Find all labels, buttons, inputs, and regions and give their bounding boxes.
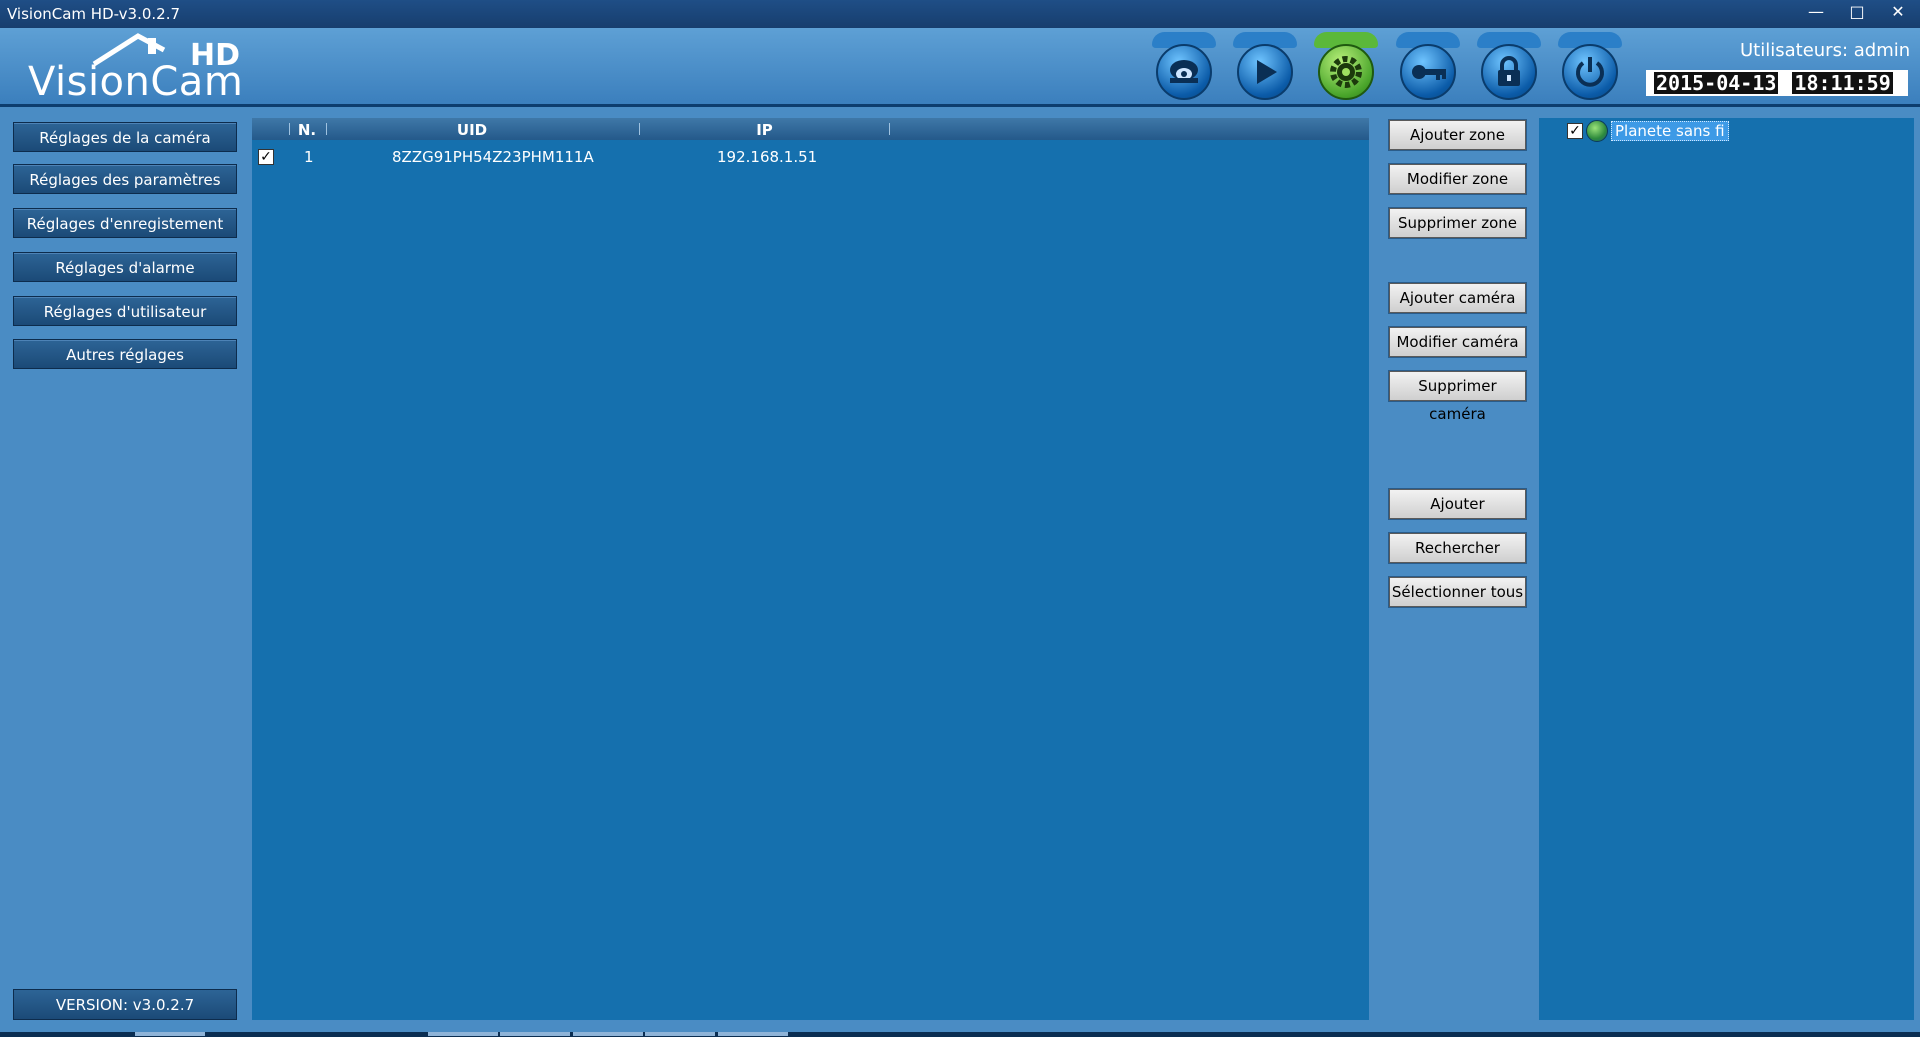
- playback-icon[interactable]: [1229, 32, 1301, 104]
- row-uid: 8ZZG91PH54Z23PHM111A: [392, 148, 594, 166]
- title-bar: VisionCam HD-v3.0.2.7 — □ ✕: [0, 0, 1920, 28]
- time-display: 18:11:59: [1792, 71, 1893, 95]
- camera-view-icon[interactable]: [1148, 32, 1220, 104]
- delete-zone-button[interactable]: Supprimer zone: [1389, 208, 1526, 238]
- delete-camera-button[interactable]: Supprimer caméra: [1389, 371, 1526, 423]
- edit-camera-button[interactable]: Modifier caméra: [1389, 327, 1526, 357]
- window-title: VisionCam HD-v3.0.2.7: [7, 5, 181, 23]
- bottom-tab-stub: [573, 1032, 643, 1036]
- bottom-tab-stub: [428, 1032, 498, 1036]
- minimize-icon[interactable]: —: [1797, 0, 1835, 24]
- bottom-tab-stub: [135, 1032, 205, 1036]
- tree-item[interactable]: ✓ Planete sans fi: [1567, 120, 1729, 142]
- bottom-strip: [0, 1032, 1920, 1037]
- bottom-tab-stub: [500, 1032, 570, 1036]
- add-button[interactable]: Ajouter: [1389, 489, 1526, 519]
- row-checkbox[interactable]: ✓: [258, 149, 274, 165]
- add-zone-button[interactable]: Ajouter zone: [1389, 120, 1526, 150]
- tree-item-checkbox[interactable]: ✓: [1567, 123, 1583, 139]
- globe-icon: [1586, 120, 1608, 142]
- bottom-tab-stub: [718, 1032, 788, 1036]
- table-row[interactable]: ✓ 1 8ZZG91PH54Z23PHM111A 192.168.1.51: [252, 146, 1369, 168]
- sidebar-item-recording-settings[interactable]: Réglages d'enregistement: [13, 208, 237, 238]
- datetime-display: 2015-04-13 18:11:59: [1646, 70, 1908, 96]
- tree-item-label[interactable]: Planete sans fi: [1611, 121, 1729, 141]
- users-label: Utilisateurs: admin: [1740, 40, 1911, 61]
- row-number: 1: [304, 148, 314, 166]
- column-header-ip[interactable]: IP: [642, 121, 887, 139]
- bottom-tab-stub: [645, 1032, 715, 1036]
- sidebar-item-alarm-settings[interactable]: Réglages d'alarme: [13, 252, 237, 282]
- app-logo: HD VisionCam: [28, 32, 258, 102]
- lock-icon[interactable]: [1473, 32, 1545, 104]
- close-icon[interactable]: ✕: [1879, 0, 1917, 24]
- device-table: N. UID IP ✓ 1 8ZZG91PH54Z23PHM111A 192.1…: [252, 118, 1369, 1020]
- add-camera-button[interactable]: Ajouter caméra: [1389, 283, 1526, 313]
- app-header: HD VisionCam Utilisateurs: admin 2015-04…: [0, 28, 1920, 107]
- zone-tree: ✓ Planete sans fi: [1539, 118, 1914, 1020]
- version-label: VERSION: v3.0.2.7: [13, 989, 237, 1020]
- key-icon[interactable]: [1392, 32, 1464, 104]
- column-header-uid[interactable]: UID: [352, 121, 592, 139]
- row-ip: 192.168.1.51: [717, 148, 818, 166]
- power-icon[interactable]: [1554, 32, 1626, 104]
- select-all-button[interactable]: Sélectionner tous: [1389, 577, 1526, 607]
- sidebar-item-user-settings[interactable]: Réglages d'utilisateur: [13, 296, 237, 326]
- logo-text: VisionCam: [28, 59, 244, 105]
- maximize-icon[interactable]: □: [1838, 0, 1876, 24]
- sidebar-item-parameter-settings[interactable]: Réglages des paramètres: [13, 164, 237, 194]
- table-header: N. UID IP: [252, 118, 1369, 140]
- settings-gear-icon[interactable]: [1310, 32, 1382, 104]
- sidebar-item-other-settings[interactable]: Autres réglages: [13, 339, 237, 369]
- date-display: 2015-04-13: [1654, 71, 1779, 95]
- column-header-number[interactable]: N.: [292, 121, 322, 139]
- sidebar-item-camera-settings[interactable]: Réglages de la caméra: [13, 122, 237, 152]
- edit-zone-button[interactable]: Modifier zone: [1389, 164, 1526, 194]
- search-button[interactable]: Rechercher: [1389, 533, 1526, 563]
